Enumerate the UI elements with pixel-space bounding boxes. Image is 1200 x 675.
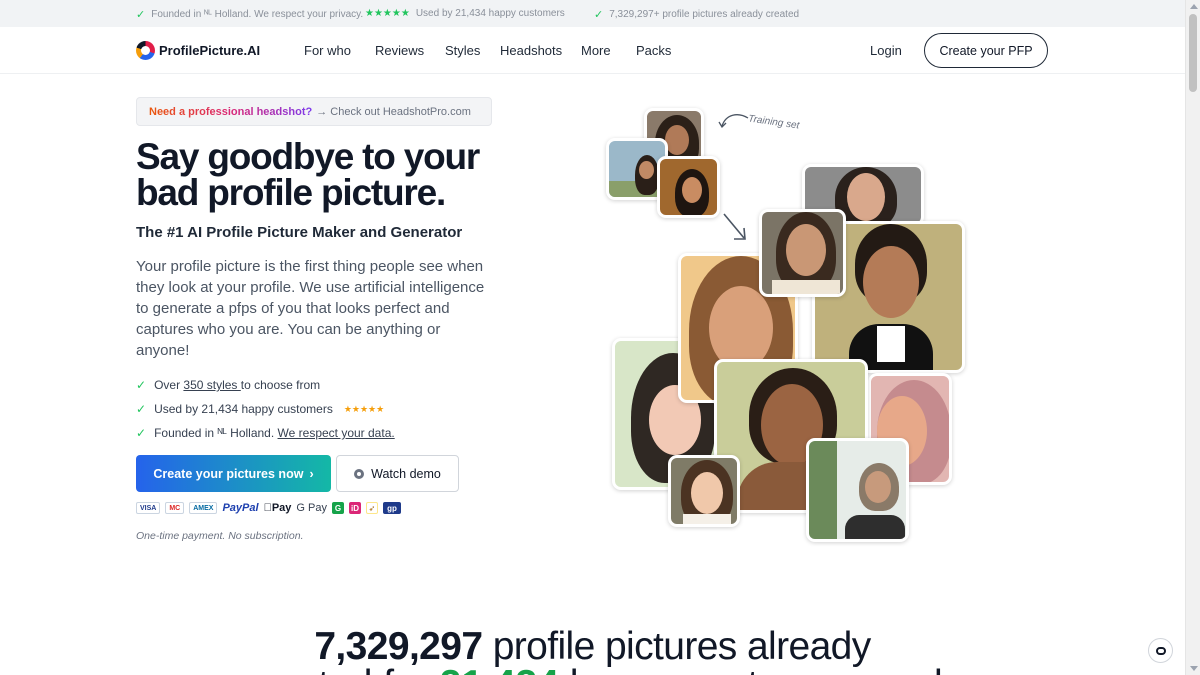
scroll-down-arrow-icon[interactable] <box>1190 666 1198 671</box>
scroll-up-arrow-icon[interactable] <box>1190 4 1198 9</box>
chevron-right-icon: › <box>309 466 314 481</box>
feature-text: Over 350 styles to choose from <box>154 378 320 392</box>
mastercard-icon: MC <box>165 502 185 514</box>
chat-icon <box>1155 646 1166 655</box>
create-pfp-button[interactable]: Create your PFP <box>924 33 1048 68</box>
amex-icon: AMEX <box>189 502 218 514</box>
nav-link-for-who[interactable]: For who <box>304 43 351 58</box>
watch-demo-button[interactable]: Watch demo <box>336 455 459 492</box>
page-scrollbar[interactable] <box>1185 0 1200 675</box>
check-icon: ✓ <box>136 402 147 416</box>
feature-text-pre: Founded in ᴺᴸ Holland. <box>154 426 278 440</box>
check-icon: ✓ <box>136 378 147 392</box>
customers-notice-text: Used by 21,434 happy customers <box>415 8 565 19</box>
feature-text-post: to choose from <box>240 378 321 392</box>
stats-headline-line2: created for 21,434 happy customers and <box>0 663 1185 675</box>
stats-line2-post: happy customers and <box>559 663 943 675</box>
sofort-icon: ➶ <box>365 502 378 514</box>
nav-link-more[interactable]: More <box>581 43 611 58</box>
generated-portrait <box>806 438 909 542</box>
apple-pay-icon: Pay <box>263 502 292 514</box>
promo-link-text: → Check out HeadshotPro.com <box>316 105 471 118</box>
main-navigation: ProfilePicture.AI For who Reviews Styles… <box>0 27 1185 74</box>
privacy-notice-text: Founded in ᴺᴸ Holland. We respect your p… <box>151 9 364 20</box>
chat-widget-button[interactable] <box>1148 638 1173 663</box>
feature-item-founded: ✓ Founded in ᴺᴸ Holland. We respect your… <box>136 421 395 445</box>
announcement-bar: ✓ Founded in ᴺᴸ Holland. We respect your… <box>0 0 1185 27</box>
arrow-down-right-icon <box>723 213 746 240</box>
feature-list: ✓ Over 350 styles to choose from ✓ Used … <box>136 373 395 445</box>
training-set-label: Training set <box>747 113 801 132</box>
payment-methods: VISA MC AMEX PayPal Pay G Pay G iD ➶ gp <box>136 502 401 514</box>
curved-arrow-icon <box>718 114 749 129</box>
respect-data-link[interactable]: We respect your data. <box>278 426 395 440</box>
check-icon: ✓ <box>136 426 147 440</box>
stats-line1-text: profile pictures already <box>482 625 872 668</box>
watch-demo-label: Watch demo <box>371 466 441 481</box>
logo-text: ProfilePicture.AI <box>159 43 261 58</box>
logo-icon <box>136 41 155 60</box>
star-rating-icon: ★★★★★ <box>343 403 385 414</box>
hero-subtitle: The #1 AI Profile Picture Maker and Gene… <box>136 224 463 241</box>
google-pay-icon: G Pay <box>288 502 327 514</box>
check-icon: ✓ <box>136 9 146 21</box>
login-link[interactable]: Login <box>870 43 902 58</box>
customers-count: 21,434 <box>440 663 559 675</box>
stats-line2-pre: created for <box>242 663 439 675</box>
feature-text: Used by 21,434 happy customers <box>154 402 333 416</box>
styles-link[interactable]: 350 styles <box>183 378 240 392</box>
headshot-promo-banner[interactable]: Need a professional headshot? → Check ou… <box>136 97 492 126</box>
hero-description: Your profile picture is the first thing … <box>136 258 485 359</box>
star-rating-icon: ★★★★★ <box>365 8 410 19</box>
feature-item-customers: ✓ Used by 21,434 happy customers ★★★★★ <box>136 397 395 421</box>
create-pictures-button[interactable]: Create your pictures now › <box>136 455 331 492</box>
generated-portrait <box>759 209 846 297</box>
logo[interactable]: ProfilePicture.AI <box>136 41 260 60</box>
pictures-created-text: 7,329,297+ profile pictures already crea… <box>609 9 800 20</box>
giropay-icon: G <box>331 502 344 514</box>
gp-icon: gp <box>382 502 401 514</box>
pictures-created-notice: ✓ 7,329,297+ profile pictures already cr… <box>594 8 799 21</box>
nav-link-headshots[interactable]: Headshots <box>500 43 562 58</box>
payment-note: One-time payment. No subscription. <box>136 530 304 542</box>
page-title: Say goodbye to your bad profile picture. <box>136 136 480 213</box>
privacy-notice: ✓ Founded in ᴺᴸ Holland. We respect your… <box>136 8 363 21</box>
feature-item-styles: ✓ Over 350 styles to choose from <box>136 373 395 397</box>
feature-text: Founded in ᴺᴸ Holland. We respect your d… <box>154 426 395 440</box>
ideal-icon: iD <box>348 502 361 514</box>
pictures-count: 7,329,297 <box>314 625 483 668</box>
create-pictures-label: Create your pictures now <box>153 466 304 481</box>
training-photo <box>657 156 720 218</box>
nav-link-reviews[interactable]: Reviews <box>375 43 424 58</box>
generated-portrait <box>668 455 740 527</box>
visa-icon: VISA <box>136 502 161 514</box>
nav-link-packs[interactable]: Packs <box>636 43 671 58</box>
play-icon <box>354 468 365 479</box>
customers-notice: ★★★★★ Used by 21,434 happy customers <box>365 8 565 19</box>
promo-highlight: Need a professional headshot? <box>149 105 313 118</box>
scroll-thumb[interactable] <box>1189 14 1197 92</box>
paypal-icon: PayPal <box>222 502 259 514</box>
nav-link-styles[interactable]: Styles <box>445 43 480 58</box>
feature-text-pre: Over <box>154 378 184 392</box>
check-icon: ✓ <box>594 9 604 21</box>
